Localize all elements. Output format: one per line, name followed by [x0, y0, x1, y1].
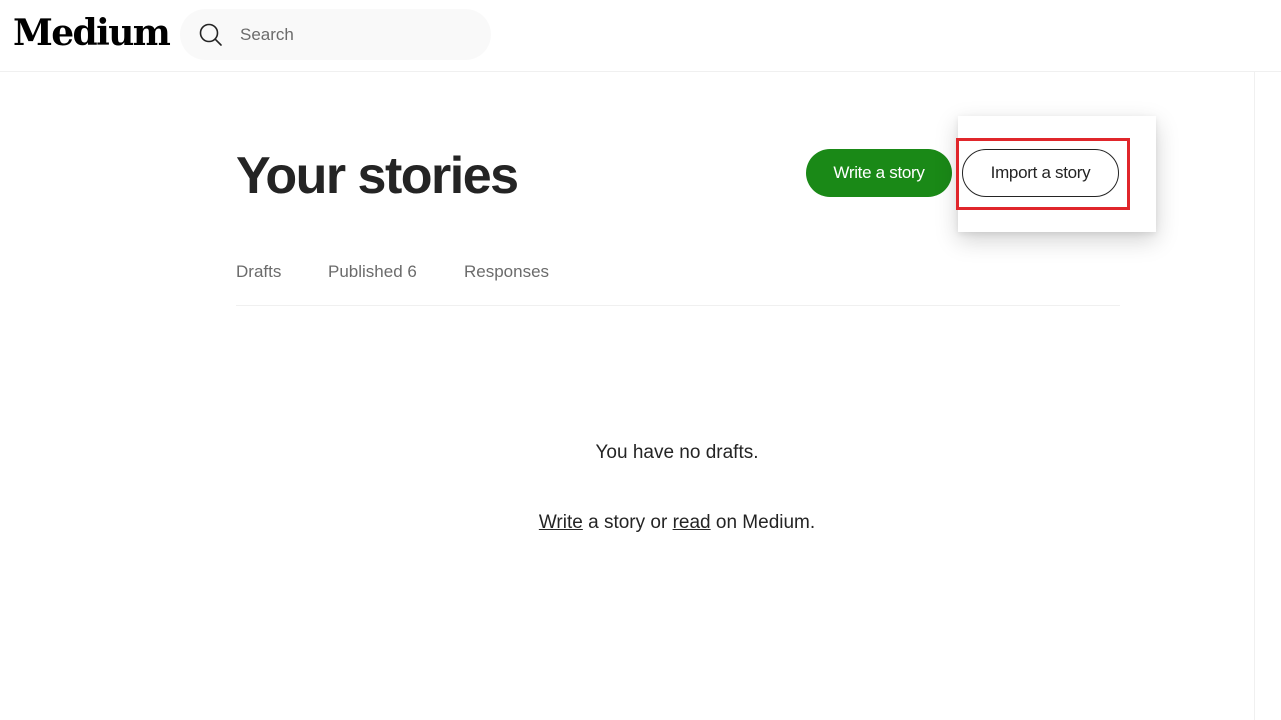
- medium-logo[interactable]: Medium: [13, 12, 171, 54]
- empty-state-message: Write a story or read on Medium.: [0, 512, 1281, 534]
- tab-published[interactable]: Published 6: [328, 262, 417, 282]
- search-input[interactable]: [240, 22, 470, 48]
- empty-state-text: a story or: [582, 512, 673, 533]
- write-story-button[interactable]: Write a story: [806, 149, 952, 197]
- sidebar-divider: [1254, 72, 1255, 720]
- search-icon: [198, 22, 224, 48]
- search-box[interactable]: [180, 9, 491, 60]
- empty-state-title: You have no drafts.: [595, 442, 759, 463]
- empty-state-end-text: on Medium.: [710, 512, 816, 533]
- write-link[interactable]: Write: [539, 512, 583, 533]
- import-story-button[interactable]: Import a story: [962, 149, 1119, 197]
- read-link[interactable]: read: [673, 512, 711, 533]
- tab-responses[interactable]: Responses: [464, 262, 549, 282]
- top-bar: Medium: [0, 0, 1281, 72]
- page-title: Your stories: [236, 147, 519, 205]
- tab-drafts[interactable]: Drafts: [236, 262, 281, 282]
- story-tabs: Drafts Published 6 Responses: [236, 262, 1120, 306]
